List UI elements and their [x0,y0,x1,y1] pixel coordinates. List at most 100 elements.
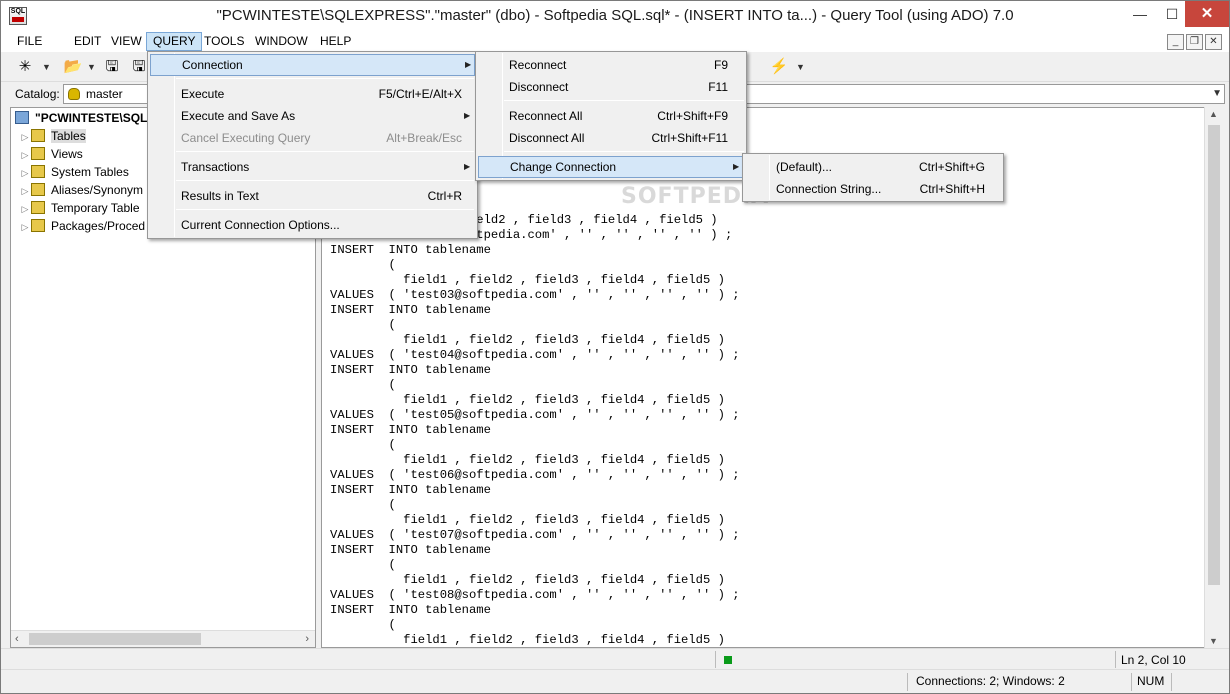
menu-item-label: (Default)... [776,160,833,174]
code-line[interactable]: ( [330,618,740,633]
menu-item-reconnect-all[interactable]: Reconnect All Ctrl+Shift+F9 [478,105,744,127]
menu-item-transactions[interactable]: Transactions ▶ [150,156,475,178]
scrollbar-thumb[interactable] [29,633,201,645]
menu-window[interactable]: WINDOW [249,32,314,51]
code-line[interactable]: ( [330,318,740,333]
menu-item-disconnect[interactable]: Disconnect F11 [478,76,744,98]
tree-item-aliases[interactable]: ▷ Aliases/Synonym [19,181,143,199]
menu-item-execute[interactable]: Execute F5/Ctrl+E/Alt+X [150,83,475,105]
tree-item-tables[interactable]: ▷ Tables [19,127,86,145]
menu-bar: FILE EDIT VIEW QUERY TOOLS WINDOW HELP _… [1,31,1229,52]
menu-item-label: Current Connection Options... [181,218,340,232]
scroll-up-icon[interactable]: ▲ [1209,109,1218,119]
code-line[interactable]: ( [330,258,740,273]
menu-edit[interactable]: EDIT [68,32,107,51]
code-line[interactable]: ( [330,438,740,453]
connections-info: Connections: 2; Windows: 2 [916,674,1065,688]
menu-view[interactable]: VIEW [105,32,148,51]
menu-item-results-in-text[interactable]: Results in Text Ctrl+R [150,185,475,207]
new-query-icon[interactable]: ✳ [15,57,35,77]
code-line[interactable]: field1 , field2 , field3 , field4 , fiel… [330,573,740,588]
chevron-down-icon: ▼ [1212,88,1222,99]
app-window: SQL "PCWINTESTE\SQLEXPRESS"."master" (db… [0,0,1230,694]
object-select[interactable]: ▼ [741,84,1225,104]
catalog-select[interactable]: master [63,84,153,104]
menu-item-label: Execute and Save As [181,109,296,123]
close-button[interactable]: ✕ [1185,1,1229,27]
code-line[interactable]: ( [330,498,740,513]
menu-item-reconnect[interactable]: Reconnect F9 [478,54,744,76]
menu-separator [176,151,474,152]
code-line[interactable]: field1 , field2 , field3 , field4 , fiel… [330,453,740,468]
tree-item-system-tables[interactable]: ▷ System Tables [19,163,129,181]
tree-item-temporary-tables[interactable]: ▷ Temporary Table [19,199,140,217]
maximize-button[interactable]: ☐ [1159,1,1185,27]
submenu-arrow-icon: ▶ [465,60,472,69]
menu-item-label: Connection [182,58,243,72]
catalog-label: Catalog: [15,87,60,101]
tree-item-views[interactable]: ▷ Views [19,145,83,163]
editor-vertical-scrollbar[interactable]: ▲ ▼ [1204,107,1222,648]
expand-icon[interactable]: ▷ [19,146,31,164]
menu-item-shortcut: F5/Ctrl+E/Alt+X [378,87,462,101]
expand-icon[interactable]: ▷ [19,182,31,200]
code-line[interactable]: field1 , field2 , field3 , field4 , fiel… [330,333,740,348]
tree-item-server[interactable]: "PCWINTESTE\SQLE [15,109,155,127]
code-line[interactable]: field1 , field2 , field3 , field4 , fiel… [330,273,740,288]
code-line[interactable]: VALUES ( 'test06@softpedia.com' , '' , '… [330,468,740,483]
expand-icon[interactable]: ▷ [19,200,31,218]
save-all-icon[interactable]: 🖫 [129,57,149,77]
code-line[interactable]: INSERT INTO tablename [330,543,740,558]
menu-query[interactable]: QUERY [146,32,203,51]
code-line[interactable]: field1 , field2 , field3 , field4 , fiel… [330,633,740,647]
chevron-down-icon[interactable]: ▼ [796,57,805,77]
save-icon[interactable]: 🖫 [102,57,122,77]
menu-item-connection-string[interactable]: Connection String... Ctrl+Shift+H [745,178,1001,200]
scroll-right-icon[interactable]: › [305,631,309,647]
code-line[interactable]: field1 , field2 , field3 , field4 , fiel… [330,393,740,408]
code-line[interactable]: INSERT INTO tablename [330,243,740,258]
code-line[interactable]: VALUES ( 'test03@softpedia.com' , '' , '… [330,288,740,303]
menu-file[interactable]: FILE [11,32,48,51]
mdi-minimize-button[interactable]: _ [1167,34,1184,50]
menu-item-connection[interactable]: Connection ▶ [150,54,475,76]
code-line[interactable]: INSERT INTO tablename [330,303,740,318]
menu-help[interactable]: HELP [314,32,357,51]
menu-item-connection-options[interactable]: Current Connection Options... [150,214,475,236]
chevron-down-icon[interactable]: ▼ [87,57,96,77]
menu-item-disconnect-all[interactable]: Disconnect All Ctrl+Shift+F11 [478,127,744,149]
scroll-down-icon[interactable]: ▼ [1209,636,1218,646]
code-line[interactable]: VALUES ( 'test04@softpedia.com' , '' , '… [330,348,740,363]
code-line[interactable]: ( [330,558,740,573]
tree-item-label: "PCWINTESTE\SQLE [35,111,156,125]
tree-horizontal-scrollbar[interactable]: ‹ › [11,630,315,647]
mdi-close-button[interactable]: ✕ [1205,34,1222,50]
expand-icon[interactable]: ▷ [19,164,31,182]
code-line[interactable]: VALUES ( 'test07@softpedia.com' , '' , '… [330,528,740,543]
open-folder-icon[interactable]: 📂 [63,57,83,77]
scroll-left-icon[interactable]: ‹ [15,631,19,647]
menu-item-execute-save-as[interactable]: Execute and Save As ▶ [150,105,475,127]
code-line[interactable]: VALUES ( 'test05@softpedia.com' , '' , '… [330,408,740,423]
tree-item-label: Temporary Table [51,201,140,215]
scrollbar-thumb[interactable] [1208,125,1220,585]
code-line[interactable]: INSERT INTO tablename [330,423,740,438]
chevron-down-icon[interactable]: ▼ [42,57,51,77]
connect-icon[interactable]: ⚡ [769,57,789,77]
code-line[interactable]: ( [330,378,740,393]
expand-icon[interactable]: ▷ [19,128,31,146]
menu-item-label: Results in Text [181,189,259,203]
code-line[interactable]: field1 , field2 , field3 , field4 , fiel… [330,513,740,528]
tree-item-packages[interactable]: ▷ Packages/Proced [19,217,145,235]
menu-item-cancel-query[interactable]: Cancel Executing Query Alt+Break/Esc [150,127,475,149]
code-line[interactable]: VALUES ( 'test08@softpedia.com' , '' , '… [330,588,740,603]
expand-icon[interactable]: ▷ [19,218,31,236]
menu-item-change-connection[interactable]: Change Connection ▶ [478,156,744,178]
menu-item-default-connection[interactable]: (Default)... Ctrl+Shift+G [745,156,1001,178]
code-line[interactable]: INSERT INTO tablename [330,483,740,498]
code-line[interactable]: INSERT INTO tablename [330,363,740,378]
minimize-button[interactable]: — [1121,1,1159,27]
code-line[interactable]: INSERT INTO tablename [330,603,740,618]
mdi-restore-button[interactable]: ❐ [1186,34,1203,50]
menu-tools[interactable]: TOOLS [198,32,250,51]
